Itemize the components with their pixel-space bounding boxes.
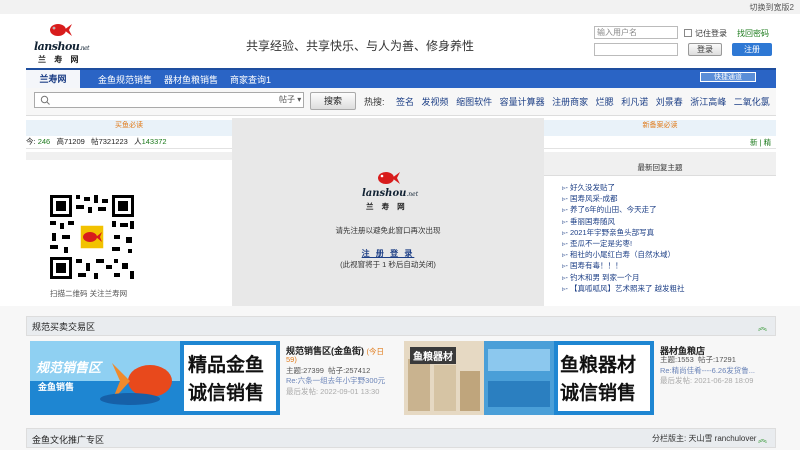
register-button[interactable]: 注册 (732, 43, 772, 56)
banner2-big-line2: 诚信销售 (560, 383, 637, 404)
hot-search-term[interactable]: 利凡诺 (621, 97, 648, 107)
nav-item-merchant-search[interactable]: 商家查询1 (230, 73, 271, 86)
modal-logo-wordmark: lanshou.net (362, 188, 419, 199)
trade-section-title[interactable]: 规范买卖交易区 (32, 320, 95, 333)
hot-search-label: 热搜: (364, 97, 385, 107)
banner2-big-line1: 鱼粮器材 (560, 355, 637, 376)
collapse-up-icon[interactable]: ︽ (758, 320, 767, 333)
hot-search-term[interactable]: 签名 (396, 97, 414, 107)
list-item[interactable]: ▹- 钓木和男 到家一个月 (562, 272, 772, 283)
arrow-right-icon: ▹- (562, 185, 568, 192)
chevron-down-icon: ▾ (297, 95, 302, 104)
hot-search-term[interactable]: 缩图软件 (456, 97, 492, 107)
culture-section-title[interactable]: 金鱼文化推广专区 (32, 433, 104, 446)
register-prompt-modal (232, 118, 544, 306)
arrow-right-icon: ▹- (562, 207, 568, 215)
list-item[interactable]: ▹- 好久没发贴了 (562, 182, 772, 193)
latest-post-link[interactable]: Re:精尚佳肴----6.26发货鲁... (660, 366, 755, 377)
banner1-small-title: 规范销售区 (36, 360, 102, 375)
list-item[interactable]: ▹- 【真呱呱风】艺术照来了 越发粗社 (562, 283, 772, 294)
arrow-right-icon: ▹- (562, 229, 568, 237)
banner1-big-line1: 精品金鱼 (188, 355, 265, 376)
hot-search-term[interactable]: 注册商家 (552, 97, 588, 107)
hot-search-list: 签名 发视频 缩图软件 容量计算器 注册商家 烂腮 利凡诺 刘景春 浙江高峰 二… (396, 95, 775, 108)
password-input[interactable] (594, 43, 678, 56)
must-read-registration-band[interactable]: 新备案必读 (544, 120, 776, 136)
quick-access-button[interactable]: 快捷通道 (700, 72, 756, 82)
arrow-right-icon: ▹- (562, 252, 568, 260)
nav-item-goldfish-sales[interactable]: 金鱼规范销售 (98, 73, 152, 86)
arrow-right-icon: ▹- (562, 274, 568, 282)
site-logo[interactable]: lanshou.net 兰 寿 网 (34, 22, 90, 64)
search-type-select[interactable]: 帖子 ▾ (276, 92, 304, 108)
forum-stats: 今: 246 高71209 帖7321223 人143372 (26, 137, 167, 146)
latest-post-link[interactable]: Re:六条一组去年小宇野300元 (286, 376, 385, 387)
goldfish-logo-icon (378, 172, 400, 184)
remember-login-label[interactable]: 记住登录 (695, 28, 727, 39)
main-navbar: 兰寿网 金鱼规范销售 器材鱼粮销售 商家查询1 快捷通道 (26, 68, 776, 90)
arrow-right-icon: ▹- (562, 263, 568, 271)
banner1-big-line2: 诚信销售 (188, 383, 265, 404)
search-input[interactable] (60, 92, 276, 108)
forum-meta: 59) 主题:27399 帖子:257412 Re:六条一组去年小宇野300元 … (286, 355, 386, 396)
top-strip (0, 0, 800, 14)
username-input[interactable]: 输入用户名 (594, 26, 678, 39)
modal-logo: lanshou.net 兰 寿 网 (362, 170, 418, 212)
arrow-right-icon: ▹- (562, 196, 568, 204)
arrow-right-icon: ▹- (562, 240, 568, 248)
search-button[interactable]: 搜索 (310, 92, 356, 110)
list-item[interactable]: ▹- 养了6年的山田、今天走了 (562, 204, 772, 215)
forum-meta: 主题:1553 帖子:17291 Re:精尚佳肴----6.26发货鲁... 最… (660, 355, 756, 385)
list-item[interactable]: ▹- 垂丽国寿随风 (562, 216, 772, 227)
hot-search-term[interactable]: 刘景春 (656, 97, 683, 107)
list-item[interactable]: ▹- 2021年宇野亲鱼头部写真 (562, 227, 772, 238)
hot-search-term[interactable]: 容量计算器 (500, 97, 545, 107)
section-moderators: 分栏版主: 天山雪 ranchulover (652, 434, 757, 443)
goldfish-logo-icon (50, 24, 72, 36)
list-item[interactable]: ▹- 歪瓜不一定是劣枣! (562, 238, 772, 249)
list-item[interactable]: ▹- 租社的小尾红白寿（自然水域） (562, 249, 772, 260)
find-password-link[interactable]: 找回密码 (737, 28, 769, 39)
hot-search-term[interactable]: 烂腮 (596, 97, 614, 107)
logo-wordmark: lanshou.net (34, 40, 90, 53)
nav-item-equipment-sales[interactable]: 器材鱼粮销售 (164, 73, 218, 86)
list-item[interactable]: ▹- 国寿风采-成都 (562, 193, 772, 204)
nav-item-home[interactable]: 兰寿网 (26, 70, 80, 90)
must-read-buy-band[interactable]: 买鱼必读 (26, 120, 232, 136)
site-slogan: 共享经验、共享快乐、与人为善、修身养性 (246, 39, 475, 53)
collapse-up-icon[interactable]: ︽ (758, 432, 767, 445)
modal-autoclose-note: (此视窗将于 1 秒后自动关闭) (340, 260, 436, 269)
banner2-tag: 鱼粮器材 (410, 347, 456, 364)
modal-logo-chinese-name: 兰 寿 网 (366, 202, 408, 211)
trade-section-header (26, 316, 776, 336)
list-item[interactable]: ▹- 国寿有毒！！！ (562, 260, 772, 271)
new-featured-links[interactable]: 新 | 精 (750, 137, 771, 148)
banner1-subtitle: 金鱼销售 (38, 382, 75, 392)
modal-message: 请先注册以避免此窗口再次出现 (335, 226, 441, 235)
switch-width-link[interactable]: 切换到宽版2 (750, 2, 794, 13)
search-icon (40, 95, 50, 105)
hot-search-term[interactable]: 二氧化氯 (734, 97, 770, 107)
qr-caption: 扫描二维码 关注兰寿网 (50, 289, 128, 298)
arrow-right-icon: ▹- (562, 218, 568, 226)
qr-code-image (48, 193, 136, 281)
latest-replies-header: 最新回复主题 (544, 160, 776, 176)
latest-replies-list: ▹- 好久没发贴了 ▹- 国寿风采-成都 ▹- 养了6年的山田、今天走了 ▹- … (562, 182, 772, 294)
arrow-right-icon: ▹- (562, 285, 568, 293)
logo-chinese-name: 兰 寿 网 (38, 55, 82, 64)
hot-search-term[interactable]: 发视频 (422, 97, 449, 107)
hot-search-term[interactable]: 浙江高峰 (690, 97, 726, 107)
register-login-link[interactable]: 注 册 登 录 (232, 248, 544, 259)
login-button[interactable]: 登录 (688, 43, 722, 56)
remember-login-checkbox[interactable] (684, 29, 692, 37)
